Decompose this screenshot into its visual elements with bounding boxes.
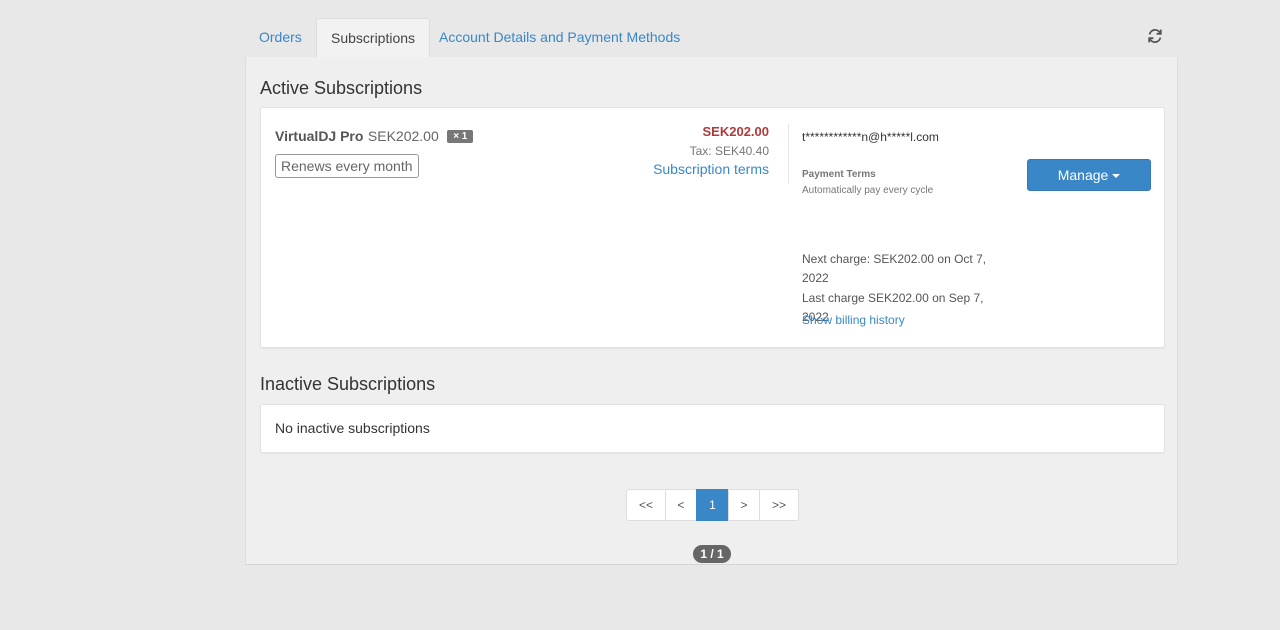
next-page-button[interactable]: > [728, 489, 760, 521]
tab-account-details[interactable]: Account Details and Payment Methods [425, 18, 694, 56]
prev-page-button[interactable]: < [665, 489, 697, 521]
tab-subscriptions[interactable]: Subscriptions [316, 18, 431, 58]
tab-orders[interactable]: Orders [245, 18, 316, 56]
next-charge: Next charge: SEK202.00 on Oct 7, 2022 [802, 252, 987, 285]
last-page-button[interactable]: >> [759, 489, 799, 521]
current-page-button[interactable]: 1 [696, 489, 729, 521]
manage-button[interactable]: Manage [1027, 159, 1151, 191]
inactive-subscriptions-heading: Inactive Subscriptions [260, 374, 436, 394]
payment-terms-value: Automatically pay every cycle [802, 185, 934, 196]
total-price: SEK202.00 [702, 124, 770, 139]
tax-amount: Tax: SEK40.40 [689, 144, 769, 158]
first-page-button[interactable]: << [626, 489, 666, 521]
refresh-icon[interactable] [1146, 27, 1164, 45]
manage-button-label: Manage [1057, 167, 1109, 183]
renewal-label: Renews every month [275, 154, 419, 178]
tab-bar: Orders Subscriptions Account Details and… [245, 18, 1177, 58]
product-line: VirtualDJ Pro SEK202.00 × 1 [275, 128, 474, 146]
product-name: VirtualDJ Pro [275, 128, 364, 144]
show-billing-history-link[interactable]: Show billing history [802, 313, 905, 327]
inactive-card: No inactive subscriptions [260, 404, 1165, 453]
product-price: SEK202.00 [367, 128, 439, 144]
account-email: t************n@h*****l.com [802, 130, 939, 144]
quantity-badge: × 1 [447, 130, 474, 143]
pagination: << < 1 > >> [626, 489, 799, 521]
payment-terms-title: Payment Terms [802, 169, 876, 180]
active-subscriptions-heading: Active Subscriptions [260, 78, 423, 98]
subscription-terms-link[interactable]: Subscription terms [653, 161, 769, 177]
caret-down-icon [1112, 174, 1121, 178]
card-divider [788, 124, 789, 184]
no-inactive-message: No inactive subscriptions [275, 420, 430, 436]
subscription-card: VirtualDJ Pro SEK202.00 × 1 Renews every… [260, 107, 1165, 348]
page-indicator: 1 / 1 [693, 545, 731, 563]
